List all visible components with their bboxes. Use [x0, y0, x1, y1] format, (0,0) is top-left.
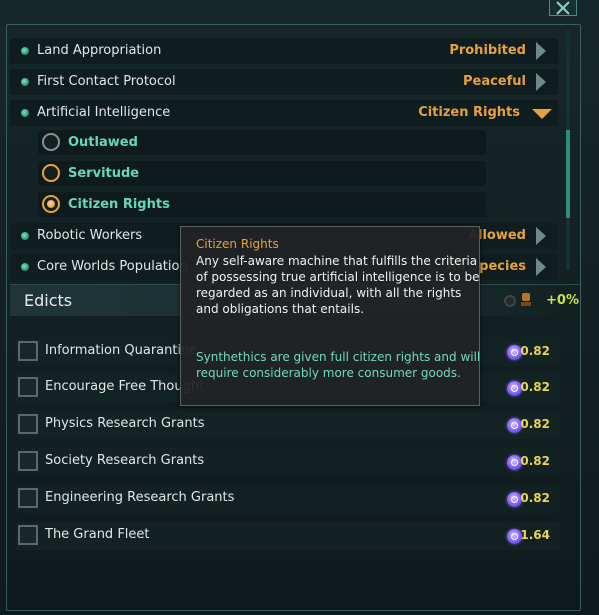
edict-cost: 0.82 — [520, 344, 550, 358]
edict-label: Society Research Grants — [45, 453, 205, 468]
tooltip-note: Synthethics are given full citizen right… — [196, 350, 481, 380]
edict-checkbox[interactable] — [18, 414, 38, 434]
option-label: Outlawed — [68, 135, 138, 150]
edict-label: Engineering Research Grants — [45, 490, 235, 505]
arrow-right-icon[interactable] — [536, 73, 546, 91]
bullet-icon — [21, 47, 29, 55]
edict-cost: 0.82 — [520, 454, 550, 468]
ai-option-outlawed[interactable]: Outlawed — [38, 130, 486, 155]
edict-row[interactable]: The Grand Fleet 1.64 — [16, 522, 560, 550]
gear-icon — [504, 295, 516, 307]
policy-label: Core Worlds Population — [37, 259, 188, 274]
scrollbar-thumb[interactable] — [566, 130, 570, 218]
close-icon — [556, 0, 570, 15]
edict-label: The Grand Fleet — [45, 527, 150, 542]
edict-checkbox[interactable] — [18, 377, 38, 397]
edict-checkbox[interactable] — [18, 451, 38, 471]
edict-checkbox[interactable] — [18, 525, 38, 545]
edicts-title: Edicts — [24, 291, 73, 310]
policy-label: Robotic Workers — [37, 228, 143, 243]
policy-label: First Contact Protocol — [37, 74, 176, 89]
edict-row[interactable]: Society Research Grants 0.82 — [16, 448, 560, 476]
edict-cost: 0.82 — [520, 380, 550, 394]
edict-row[interactable]: Physics Research Grants 0.82 — [16, 411, 560, 439]
arrow-right-icon[interactable] — [536, 42, 546, 60]
option-label: Citizen Rights — [68, 197, 170, 212]
policies-edicts-window: Land Appropriation Prohibited First Cont… — [0, 0, 599, 615]
bullet-icon — [21, 232, 29, 240]
bullet-icon — [21, 78, 29, 86]
arrow-down-icon[interactable] — [532, 109, 552, 119]
ai-option-servitude[interactable]: Servitude — [38, 161, 486, 186]
policy-row-artificial-intelligence[interactable]: Artificial Intelligence Citizen Rights — [10, 100, 558, 126]
policy-value: Prohibited — [449, 43, 526, 58]
radio-button[interactable] — [42, 133, 60, 151]
policy-label: Land Appropriation — [37, 43, 162, 58]
option-label: Servitude — [68, 166, 140, 181]
policy-value: Citizen Rights — [418, 105, 520, 120]
ai-option-citizen-rights[interactable]: Citizen Rights — [38, 192, 486, 217]
tooltip-title: Citizen Rights — [196, 237, 279, 251]
edict-checkbox[interactable] — [18, 341, 38, 361]
edict-cost: 0.82 — [520, 491, 550, 505]
arrow-right-icon[interactable] — [536, 227, 546, 245]
bullet-icon — [21, 109, 29, 117]
edict-checkbox[interactable] — [18, 488, 38, 508]
edict-row[interactable]: Engineering Research Grants 0.82 — [16, 485, 560, 513]
close-button[interactable] — [549, 0, 577, 16]
edict-label: Physics Research Grants — [45, 416, 205, 431]
lamp-icon — [521, 293, 531, 306]
policy-scrollbar[interactable] — [566, 30, 570, 270]
policy-row-land-appropriation[interactable]: Land Appropriation Prohibited — [10, 38, 558, 64]
policy-row-first-contact[interactable]: First Contact Protocol Peaceful — [10, 69, 558, 95]
radio-button-selected[interactable] — [42, 195, 60, 213]
edict-cost: 1.64 — [520, 528, 550, 542]
radio-button[interactable] — [42, 164, 60, 182]
edict-cost: 0.82 — [520, 417, 550, 431]
edict-label: Information Quarantine — [45, 343, 198, 358]
edicts-modifier: +0% — [546, 293, 579, 308]
bullet-icon — [21, 263, 29, 271]
arrow-right-icon[interactable] — [536, 258, 546, 276]
tooltip-body: Any self-aware machine that fulfills the… — [196, 254, 480, 316]
policy-label: Artificial Intelligence — [37, 105, 171, 120]
tooltip: Citizen Rights Any self-aware machine th… — [180, 226, 480, 406]
policy-value: Peaceful — [462, 74, 526, 89]
